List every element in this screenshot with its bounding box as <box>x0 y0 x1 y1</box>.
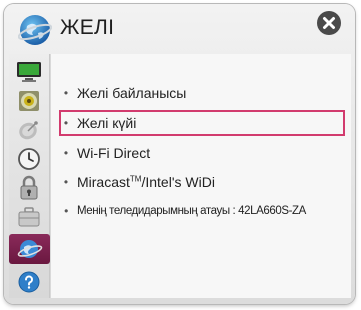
network-icon <box>17 240 42 258</box>
menu-item-miracast[interactable]: • MiracastTM/Intel's WiDi <box>59 169 345 195</box>
sidebar-item-support[interactable] <box>12 268 46 296</box>
sidebar-item-time[interactable] <box>12 145 46 173</box>
channel-satellite-icon <box>19 121 38 140</box>
lock-icon <box>20 175 38 200</box>
sound-icon <box>19 91 39 111</box>
bullet-icon: • <box>63 175 69 189</box>
menu-item-label: Желі күйі <box>77 115 137 131</box>
bullet-icon: • <box>63 116 69 130</box>
sidebar-item-picture[interactable] <box>12 58 46 86</box>
support-help-icon <box>18 271 40 293</box>
picture-icon <box>17 62 41 82</box>
menu-item-tv-name[interactable]: • Менің теледидарымның атауы : 42LA660S-… <box>59 198 345 224</box>
menu-item-wifi-direct[interactable]: • Wi-Fi Direct <box>59 140 345 166</box>
bullet-icon: • <box>64 204 68 218</box>
sidebar-item-sound[interactable] <box>12 87 46 115</box>
sidebar-item-network[interactable] <box>9 234 50 264</box>
close-icon[interactable] <box>316 10 342 36</box>
menu-item-network-connection[interactable]: • Желі байланысы <box>59 80 345 106</box>
sidebar-item-option[interactable] <box>12 203 46 231</box>
sidebar <box>9 54 50 298</box>
menu-item-label: Менің теледидарымның атауы : 42LA660S-ZA <box>77 205 306 217</box>
time-clock-icon <box>18 148 40 170</box>
bullet-icon: • <box>63 146 69 160</box>
sidebar-item-channel[interactable] <box>12 116 46 144</box>
menu-content: • Желі байланысы • Желі күйі • Wi-Fi Dir… <box>50 54 351 298</box>
option-briefcase-icon <box>18 207 40 227</box>
menu-item-label: Wi-Fi Direct <box>77 145 151 161</box>
network-menu-panel: ЖЕЛІ • Желі байланысы • Желі күйі • Wi-F… <box>4 4 355 304</box>
menu-item-label: MiracastTM/Intel's WiDi <box>77 174 215 190</box>
bullet-icon: • <box>63 86 69 100</box>
network-globe-icon <box>17 13 53 47</box>
menu-item-label: Желі байланысы <box>77 85 187 101</box>
page-title: ЖЕЛІ <box>60 16 115 39</box>
sidebar-item-lock[interactable] <box>12 174 46 202</box>
header: ЖЕЛІ <box>4 4 355 56</box>
menu-item-network-status[interactable]: • Желі күйі <box>59 110 345 136</box>
